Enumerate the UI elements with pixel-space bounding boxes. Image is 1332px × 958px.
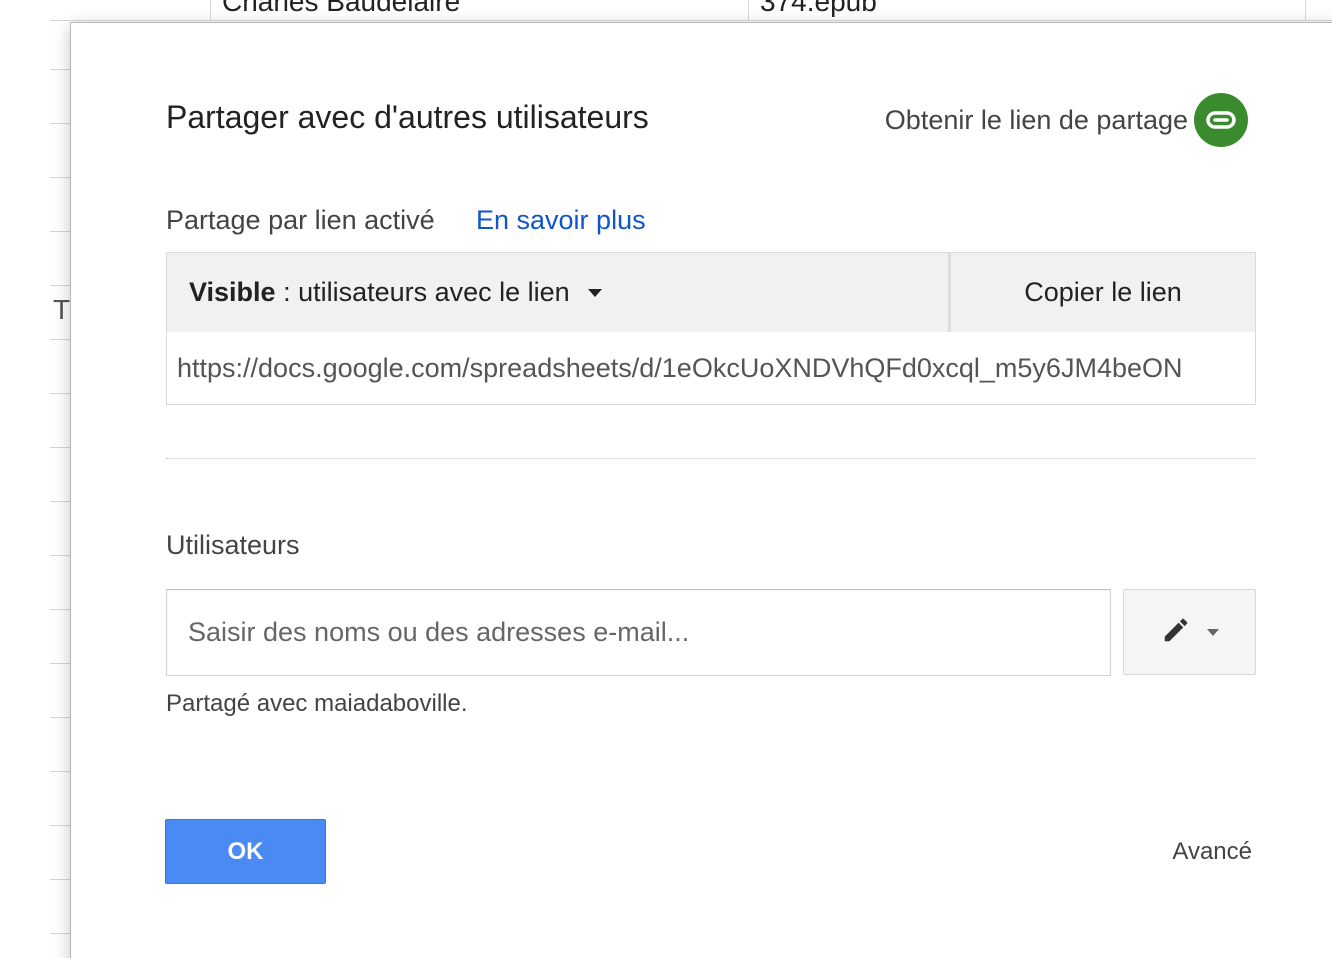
learn-more-link[interactable]: En savoir plus [476,205,646,236]
chevron-down-icon [1206,628,1219,636]
grid-line [50,879,70,880]
grid-line [50,285,70,286]
grid-line [1305,0,1306,20]
grid-line [50,501,70,502]
shared-with-text: Partagé avec maiadaboville. [166,690,468,717]
grid-line [50,339,70,340]
background-cell: Charles Baudelaire [222,0,461,17]
ok-button[interactable]: OK [165,819,326,884]
grid-line [50,609,70,610]
grid-line [50,20,1332,21]
visibility-value: : utilisateurs avec le lien [275,277,570,307]
grid-line [50,663,70,664]
add-people-input[interactable]: Saisir des noms ou des adresses e-mail..… [166,589,1111,676]
share-url-field[interactable]: https://docs.google.com/spreadsheets/d/1… [166,332,1256,405]
grid-line [50,69,70,70]
grid-line [50,771,70,772]
get-shareable-link-button[interactable]: Obtenir le lien de partage [885,93,1248,147]
section-divider [166,458,1256,459]
visibility-dropdown[interactable]: Visible : utilisateurs avec le lien [166,252,949,333]
background-cell: T [53,294,71,325]
link-visibility-row: Visible : utilisateurs avec le lien Copi… [166,252,1256,333]
grid-line [210,0,211,20]
copy-link-button[interactable]: Copier le lien [949,252,1256,333]
grid-line [50,825,70,826]
grid-line [50,555,70,556]
link-sharing-status: Partage par lien activé [166,205,435,235]
grid-line [50,231,70,232]
grid-line [50,393,70,394]
permission-dropdown-button[interactable] [1123,589,1256,675]
share-dialog: Partager avec d'autres utilisateurs Obte… [70,22,1332,958]
advanced-link[interactable]: Avancé [1172,838,1252,866]
grid-line [50,177,70,178]
get-shareable-link-label: Obtenir le lien de partage [884,104,1188,135]
grid-line [50,933,70,934]
grid-line [748,0,749,20]
dialog-title: Partager avec d'autres utilisateurs [166,99,649,135]
users-section-label: Utilisateurs [166,530,300,560]
chevron-down-icon [587,288,602,297]
link-icon [1194,93,1248,147]
visibility-label-bold: Visible [189,277,276,307]
pencil-icon [1161,615,1191,650]
background-cell: 374.epub [760,0,877,17]
grid-line [50,447,70,448]
grid-line [50,123,70,124]
grid-line [50,717,70,718]
